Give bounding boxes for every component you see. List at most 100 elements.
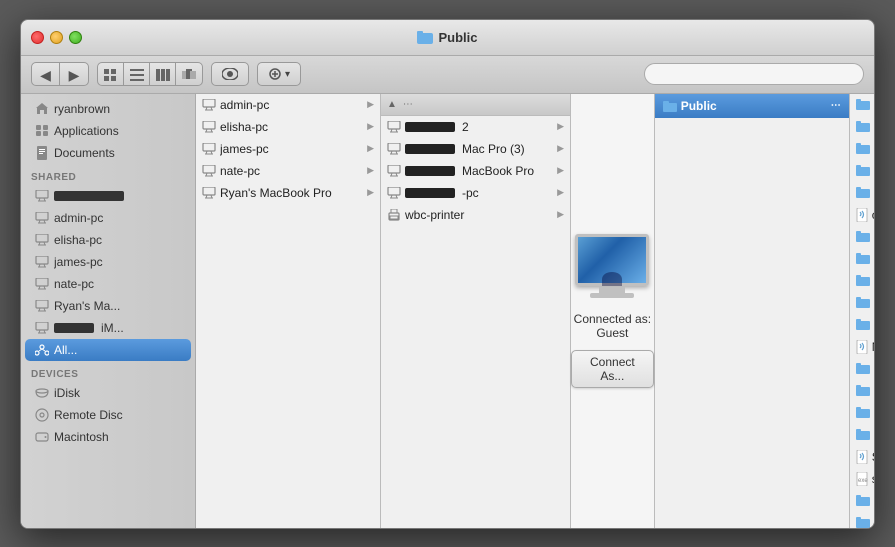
computer-sm-icon-6 <box>387 121 401 133</box>
redacted-label-2 <box>54 323 94 333</box>
icon-view-button[interactable] <box>98 63 124 86</box>
content-area: ryanbrown Applications Documents SHARED <box>21 94 874 528</box>
col2-item1[interactable]: 2 ▶ <box>381 116 570 138</box>
list-view-button[interactable] <box>124 63 150 86</box>
right-label-singing: Singing_Sad...Dead-1.mp3 <box>872 450 874 464</box>
right-item-student-after[interactable]: Student Afte...p_Email list ▶ <box>850 512 874 528</box>
right-column: 2008 ▶ 2009 ▶ 2010 ▶ 2011 ▶ <box>850 94 874 528</box>
connected-as-text: Connected as: Guest <box>574 312 651 340</box>
sidebar-item-ryanbrown[interactable]: ryanbrown <box>21 98 195 120</box>
right-item-chapdelaine[interactable]: chapdelaine ▶ <box>850 226 874 248</box>
sidebar-item-admin-pc[interactable]: admin-pc <box>21 207 195 229</box>
col2-item4[interactable]: -pc ▶ <box>381 182 570 204</box>
sidebar-label-all: All... <box>54 343 77 357</box>
right-item-deborah[interactable]: Deborah B ▶ <box>850 270 874 292</box>
col1-elisha-pc-label: elisha-pc <box>220 120 363 134</box>
col2-item2[interactable]: Mac Pro (3) ▶ <box>381 138 570 160</box>
sidebar-label-idisk: iDisk <box>54 386 80 400</box>
right-item-2009[interactable]: 2009 ▶ <box>850 116 874 138</box>
right-item-2010[interactable]: 2010 ▶ <box>850 138 874 160</box>
computer-icon-7 <box>35 321 49 335</box>
network-icon <box>35 343 49 357</box>
col1-ryans-macbook-label: Ryan's MacBook Pro <box>220 186 363 200</box>
computer-sm-icon-3 <box>202 143 216 155</box>
monitor-base <box>590 293 634 298</box>
chevron-icon: ▶ <box>367 99 374 110</box>
sidebar-item-idisk[interactable]: iDisk <box>21 382 195 404</box>
close-button[interactable] <box>31 31 44 44</box>
column-1: admin-pc ▶ elisha-pc ▶ james-pc ▶ nate-p… <box>196 94 381 528</box>
col1-elisha-pc[interactable]: elisha-pc ▶ <box>196 116 380 138</box>
forward-button[interactable]: ▶ <box>60 63 88 86</box>
computer-icon-3 <box>35 233 49 247</box>
audio-icon-card <box>856 208 868 222</box>
folder-icon <box>417 29 433 45</box>
col2-macpro-label: Mac Pro (3) <box>462 142 525 156</box>
right-item-participant[interactable]: Participant Database ▶ <box>850 358 874 380</box>
right-label-solsuite: solsuite201...2_setup.exe <box>872 472 874 486</box>
sidebar-item-macintosh[interactable]: Macintosh <box>21 426 195 448</box>
sidebar-label-admin-pc: admin-pc <box>54 211 103 225</box>
col2-wbc-printer-label: wbc-printer <box>405 208 553 222</box>
folder-icon-student <box>856 517 870 528</box>
sidebar-label-nate-pc: nate-pc <box>54 277 94 291</box>
right-item-card-wav[interactable]: card.wav ▶ <box>850 204 874 226</box>
col2-dots: ⋯ <box>403 99 413 110</box>
col1-admin-pc[interactable]: admin-pc ▶ <box>196 94 380 116</box>
computer-sm-icon-7 <box>387 143 401 155</box>
right-item-ashton[interactable]: Ashton ▶ <box>850 182 874 204</box>
maximize-button[interactable] <box>69 31 82 44</box>
sidebar-label-remote-disc: Remote Disc <box>54 408 123 422</box>
sidebar-item-all[interactable]: All... <box>25 339 191 361</box>
eye-button[interactable] <box>211 62 249 86</box>
sidebar-item-remote-disc[interactable]: Remote Disc <box>21 404 195 426</box>
chevron-c2-2: ▶ <box>557 143 564 154</box>
search-input[interactable] <box>644 63 864 85</box>
docs-icon <box>35 146 49 160</box>
coverflow-view-button[interactable] <box>176 63 202 86</box>
right-item-singing[interactable]: Singing_Sad...Dead-1.mp3 ▶ <box>850 446 874 468</box>
chevron-c2-5: ▶ <box>557 209 564 220</box>
col1-james-pc[interactable]: james-pc ▶ <box>196 138 380 160</box>
back-button[interactable]: ◀ <box>32 63 60 86</box>
col2-pc-label: -pc <box>462 186 479 200</box>
printer-icon <box>387 209 401 221</box>
computer-sm-icon-5 <box>202 187 216 199</box>
chevron-icon-4: ▶ <box>367 165 374 176</box>
sidebar-label-applications: Applications <box>54 124 119 138</box>
chevron-icon-2: ▶ <box>367 121 374 132</box>
right-item-solsuite[interactable]: exe solsuite201...2_setup.exe ▶ <box>850 468 874 490</box>
sidebar-item-applications[interactable]: Applications <box>21 120 195 142</box>
sidebar-item-ryans-macbook[interactable]: Ryan's Ma... <box>21 295 195 317</box>
audio-icon-singing <box>856 450 868 464</box>
computer-icon-2 <box>35 211 49 225</box>
sidebar-item-documents[interactable]: Documents <box>21 142 195 164</box>
sidebar-item-elisha-pc[interactable]: elisha-pc <box>21 229 195 251</box>
connect-as-button[interactable]: Connect As... <box>571 350 654 388</box>
action-button[interactable]: ▾ <box>257 62 301 86</box>
minimize-button[interactable] <box>50 31 63 44</box>
col2-wbc-printer[interactable]: wbc-printer ▶ <box>381 204 570 226</box>
col1-ryans-macbook[interactable]: Ryan's MacBook Pro ▶ <box>196 182 380 204</box>
col1-nate-pc[interactable]: nate-pc ▶ <box>196 160 380 182</box>
right-item-registration[interactable]: Registration ▶ <box>850 402 874 424</box>
right-item-share[interactable]: Share ▶ <box>850 424 874 446</box>
sidebar-item-james-pc[interactable]: james-pc <box>21 251 195 273</box>
title-text: Public <box>438 30 477 45</box>
folder-icon-ashton <box>856 187 870 198</box>
col2-item3[interactable]: MacBook Pro ▶ <box>381 160 570 182</box>
column-view-button[interactable] <box>150 63 176 86</box>
right-item-stock[interactable]: Stock ▶ <box>850 490 874 512</box>
right-item-environmental[interactable]: Environmental Journalism ▶ <box>850 292 874 314</box>
sidebar-item-redacted2[interactable]: iM... <box>21 317 195 339</box>
col1-admin-pc-label: admin-pc <box>220 98 363 112</box>
right-item-2008[interactable]: 2008 ▶ <box>850 94 874 116</box>
sidebar-item-redacted1[interactable] <box>21 185 195 207</box>
right-item-cinematography[interactable]: Cinematography Training ▶ <box>850 248 874 270</box>
sidebar-item-nate-pc[interactable]: nate-pc <box>21 273 195 295</box>
right-item-2011[interactable]: 2011 ▶ <box>850 160 874 182</box>
right-item-national-gri[interactable]: National_Gri....Movie.mp3 ▶ <box>850 336 874 358</box>
computer-icon-4 <box>35 255 49 269</box>
right-item-family-videos[interactable]: Family Videos ▶ <box>850 314 874 336</box>
right-item-photos[interactable]: photos ▶ <box>850 380 874 402</box>
